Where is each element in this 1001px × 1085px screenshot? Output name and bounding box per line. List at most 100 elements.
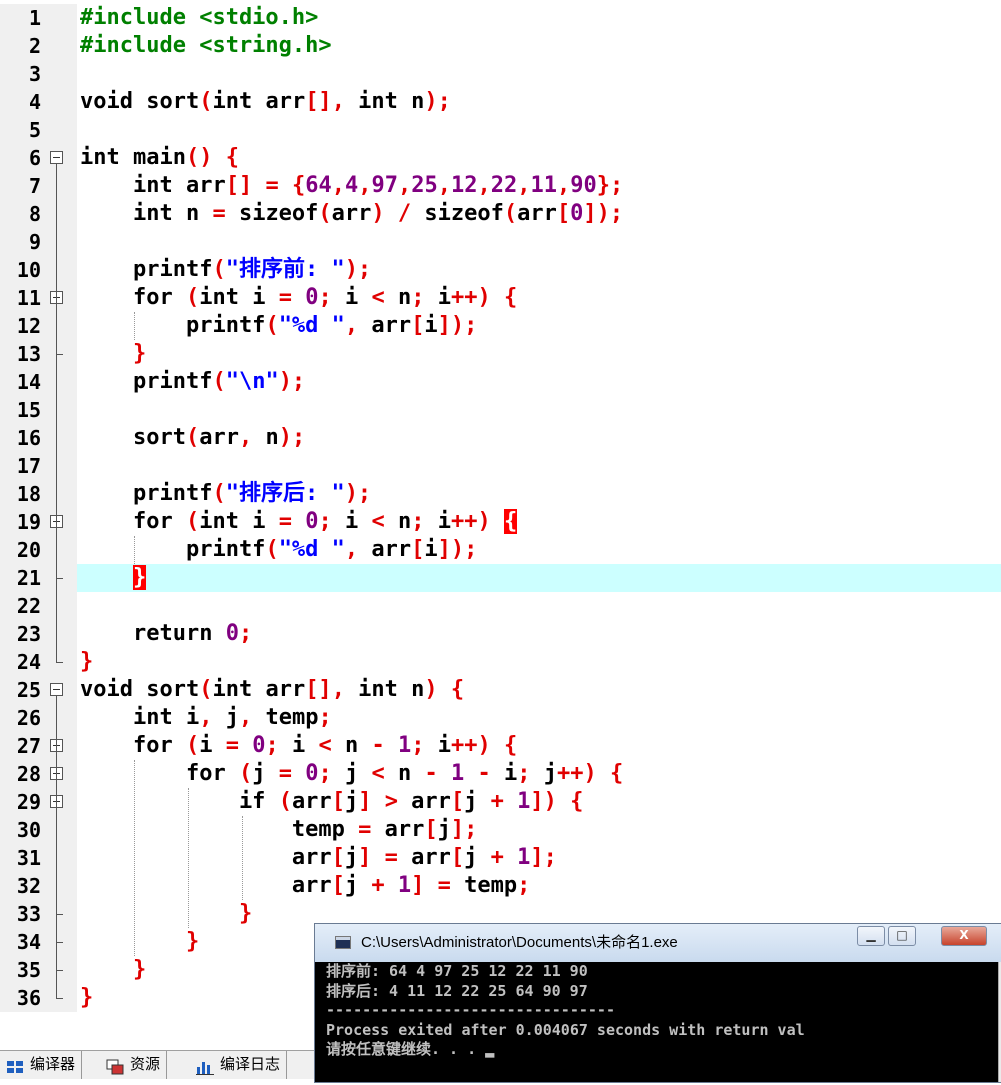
line-gutter: 2 [0,32,77,60]
code-line[interactable]: 18 printf("排序后: "); [0,480,1001,508]
code-line[interactable]: 15 [0,396,1001,424]
code-line[interactable]: 9 [0,228,1001,256]
code-line[interactable]: 14 printf("\n"); [0,368,1001,396]
code-text: for (int i = 0; i < n; i++) { [80,509,518,534]
code-line[interactable]: 27 for (i = 0; i < n - 1; i++) { [0,732,1001,760]
line-number: 21 [16,566,41,590]
line-gutter: 7 [0,172,77,200]
code-line[interactable]: 11 for (int i = 0; i < n; i++) { [0,284,1001,312]
code-line[interactable]: 20 printf("%d ", arr[i]); [0,536,1001,564]
console-output[interactable]: 排序前: 64 4 97 25 12 22 11 90 排序后: 4 11 12 … [326,962,1001,1082]
line-gutter: 6 [0,144,77,172]
code-line[interactable]: 19 for (int i = 0; i < n; i++) { [0,508,1001,536]
code-line[interactable]: 4 void sort(int arr[], int n); [0,88,1001,116]
line-gutter: 17 [0,452,77,480]
code-line[interactable]: 28 for (j = 0; j < n - 1 - i; j++) { [0,760,1001,788]
line-number: 14 [16,370,41,394]
minimize-button[interactable]: ▁ [857,926,885,946]
line-gutter: 20 [0,536,77,564]
fold-toggle-icon[interactable] [50,151,63,164]
line-gutter: 11 [0,284,77,312]
console-output-line: 排序前: 64 4 97 25 12 22 11 90 [326,962,588,980]
code-text: printf("%d ", arr[i]); [80,313,478,338]
console-window[interactable]: C:\Users\Administrator\Documents\未命名1.ex… [314,923,1001,1083]
line-number: 26 [16,706,41,730]
line-gutter: 8 [0,200,77,228]
console-title-bar[interactable]: C:\Users\Administrator\Documents\未命名1.ex… [315,924,1001,962]
code-text: for (i = 0; i < n - 1; i++) { [80,733,518,758]
code-text: if (arr[j] > arr[j + 1]) { [80,789,584,814]
code-text: int i, j, temp; [80,705,332,730]
code-text: printf("%d ", arr[i]); [80,537,478,562]
line-gutter: 15 [0,396,77,424]
code-line[interactable]: 23 return 0; [0,620,1001,648]
line-gutter: 24 [0,648,77,676]
line-gutter: 9 [0,228,77,256]
fold-end-marker [56,998,63,999]
code-line[interactable]: 13 } [0,340,1001,368]
code-line[interactable]: 10 printf("排序前: "); [0,256,1001,284]
line-number: 16 [16,426,41,450]
code-text: #include <stdio.h> [80,5,319,30]
line-gutter: 23 [0,620,77,648]
fold-end-marker [56,914,63,915]
code-text: for (j = 0; j < n - 1 - i; j++) { [80,761,624,786]
code-text: } [80,985,94,1010]
console-app-icon [335,936,351,949]
code-text: printf("排序前: "); [80,257,372,282]
tab-resources[interactable]: 资源 [100,1051,168,1079]
code-text: for (int i = 0; i < n; i++) { [80,285,518,310]
code-line[interactable]: 7 int arr[] = {64,4,97,25,12,22,11,90}; [0,172,1001,200]
code-line[interactable]: 24} [0,648,1001,676]
code-line[interactable]: 22 [0,592,1001,620]
code-line[interactable]: 26 int i, j, temp; [0,704,1001,732]
code-text: int arr[] = {64,4,97,25,12,22,11,90}; [80,173,624,198]
code-text: sort(arr, n); [80,425,306,450]
console-output-line: Process exited after 0.004067 seconds wi… [326,1020,805,1039]
code-line[interactable]: 5 [0,116,1001,144]
line-gutter: 29 [0,788,77,816]
code-editor[interactable]: 1 #include <stdio.h> 2 #include <string.h> 3… [0,0,1001,1050]
tab-compile-log[interactable]: 编译日志 [190,1051,288,1079]
indent-guide [133,760,135,956]
line-gutter: 4 [0,88,77,116]
tab-compiler-label: 编译器 [30,1056,76,1073]
code-line[interactable]: 31 arr[j] = arr[j + 1]; [0,844,1001,872]
line-gutter: 21 [0,564,77,592]
code-line[interactable]: 8 int n = sizeof(arr) / sizeof(arr[0]); [0,200,1001,228]
code-text: arr[j + 1] = temp; [80,873,531,898]
line-number: 4 [28,90,41,114]
code-line[interactable]: 12 printf("%d ", arr[i]); [0,312,1001,340]
fold-end-marker [56,942,63,943]
line-number: 6 [28,146,41,170]
line-number: 12 [16,314,41,338]
tab-compiler[interactable]: 编译器 [0,1051,83,1079]
code-line[interactable]: 29 if (arr[j] > arr[j + 1]) { [0,788,1001,816]
code-line[interactable]: 32 arr[j + 1] = temp; [0,872,1001,900]
code-line[interactable]: 16 sort(arr, n); [0,424,1001,452]
code-line[interactable]: 3 [0,60,1001,88]
fold-toggle-icon[interactable] [50,683,63,696]
line-number: 29 [16,790,41,814]
line-gutter: 33 [0,900,77,928]
indent-guide [241,816,243,900]
compile-log-icon [196,1057,214,1075]
code-line[interactable]: 30 temp = arr[j]; [0,816,1001,844]
line-number: 28 [16,762,41,786]
code-line[interactable]: 25 void sort(int arr[], int n) { [0,676,1001,704]
fold-end-marker [56,970,63,971]
code-line[interactable]: 1 #include <stdio.h> [0,4,1001,32]
line-number: 8 [28,202,41,226]
code-line[interactable]: 17 [0,452,1001,480]
fold-line [56,696,57,998]
line-number: 2 [28,34,41,58]
code-line[interactable]: 6 int main() { [0,144,1001,172]
line-number: 33 [16,902,41,926]
close-button[interactable]: X [941,926,987,946]
line-gutter: 5 [0,116,77,144]
code-line[interactable]: 2 #include <string.h> [0,32,1001,60]
code-text: } [185,929,200,954]
maximize-button[interactable]: □ [888,926,916,946]
code-line[interactable]: 21 } [0,564,1001,592]
code-text: arr[j] = arr[j + 1]; [80,845,557,870]
